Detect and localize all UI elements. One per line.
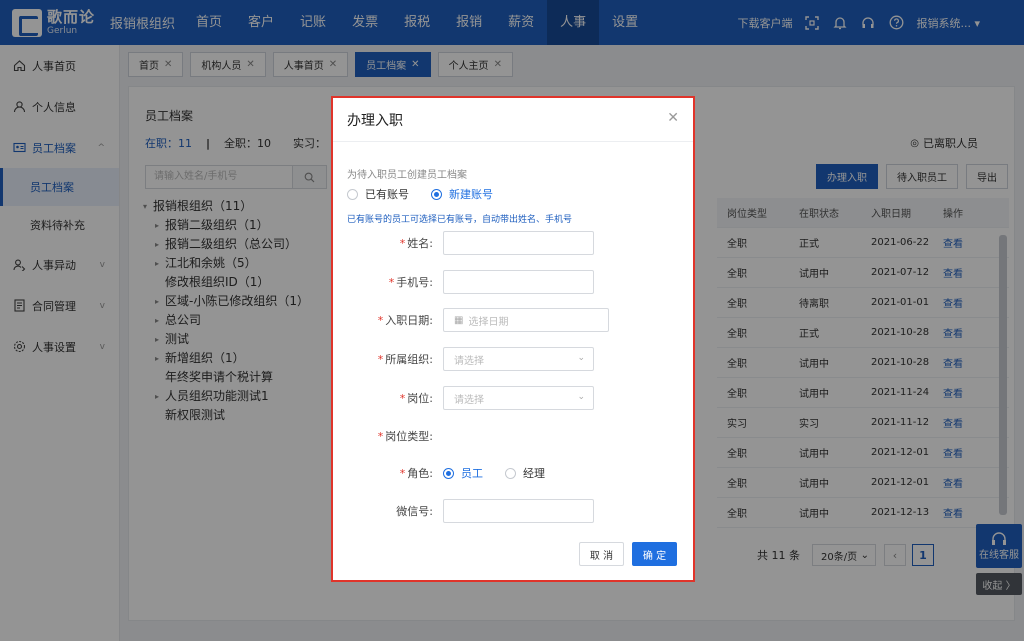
wechat-input[interactable] [443,499,594,523]
calendar-icon: ▦ [454,314,464,326]
name-input[interactable] [443,231,594,255]
field-row-post: * 岗位: 请选择 ⌄ [333,386,693,410]
account-type-radios: 已有账号 新建账号 [347,186,515,202]
radio-role-employee[interactable]: 员工 [443,465,483,481]
field-row-post-type: * 岗位类型: [377,430,433,443]
field-row-name: * 姓名: [333,231,693,255]
chevron-down-icon: ⌄ [577,392,585,402]
dialog-description: 为待入职员工创建员工档案 [347,170,467,181]
post-select[interactable]: 请选择 ⌄ [443,386,594,410]
field-row-wechat: 微信号: [333,499,693,523]
field-row-org: * 所属组织: 请选择 ⌄ [333,347,693,371]
radio-checked-icon [431,188,442,200]
radio-role-manager[interactable]: 经理 [505,465,545,481]
radio-new-account[interactable]: 新建账号 [431,186,493,202]
radio-checked-icon [443,467,454,479]
field-row-date: * 入职日期: ▦ 选择日期 [333,308,693,332]
phone-input[interactable] [443,270,594,294]
org-select[interactable]: 请选择 ⌄ [443,347,594,371]
cancel-button[interactable]: 取 消 [579,542,624,566]
close-icon[interactable]: ✕ [667,110,679,126]
date-picker[interactable]: ▦ 选择日期 [443,308,609,332]
account-hint: 已有账号的员工可选择已有账号，自动带出姓名、手机号 [347,215,573,225]
onboard-dialog: 办理入职 ✕ 为待入职员工创建员工档案 已有账号 新建账号 已有账号的员工可选择… [331,96,695,582]
radio-circle-icon [347,188,358,200]
field-row-role: * 角色: 员工 经理 [399,465,545,481]
radio-existing-account[interactable]: 已有账号 [347,186,409,202]
dialog-title: 办理入职 [347,112,403,129]
confirm-button[interactable]: 确 定 [632,542,677,566]
chevron-down-icon: ⌄ [577,353,585,363]
field-row-phone: * 手机号: [333,270,693,294]
radio-circle-icon [505,467,516,479]
